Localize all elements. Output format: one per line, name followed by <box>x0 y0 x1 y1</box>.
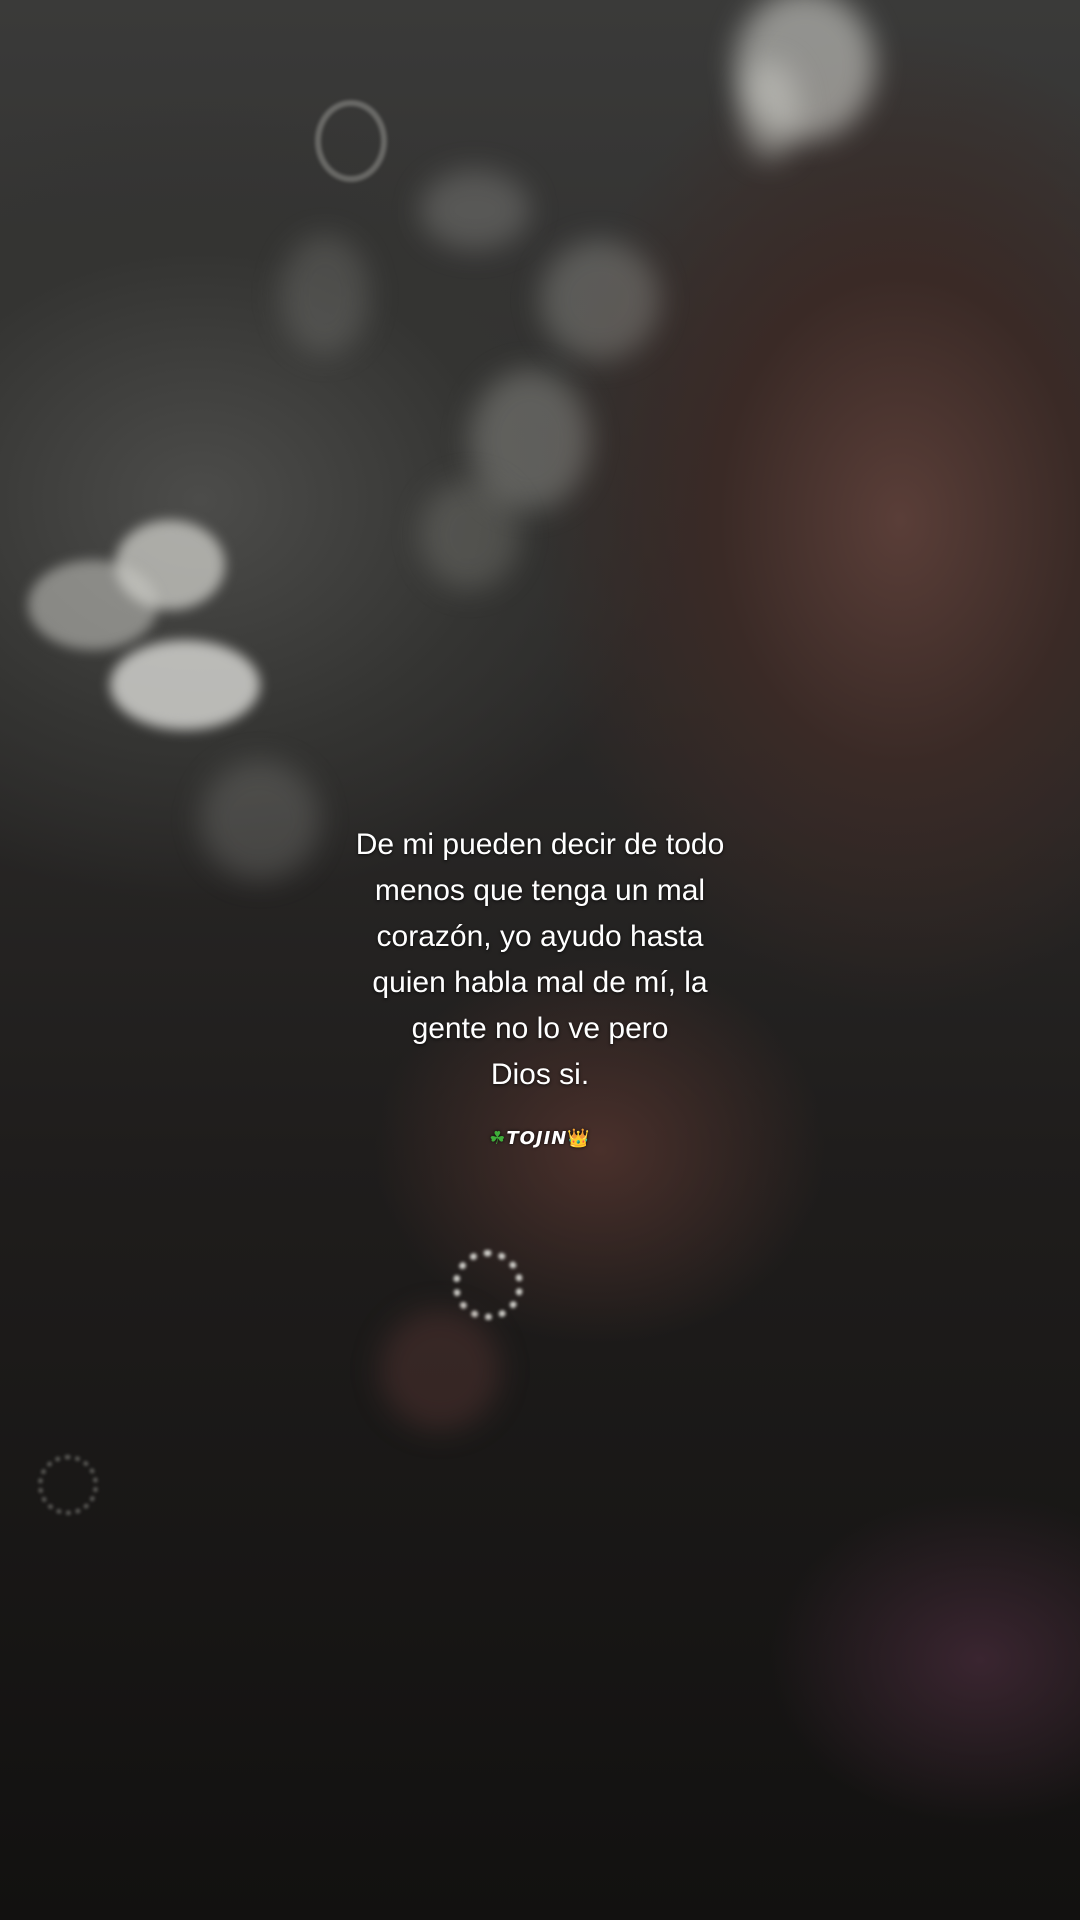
bokeh-light <box>740 60 800 160</box>
caption-line: menos que tenga un mal <box>374 874 706 907</box>
caption-text: De mi pueden decir de todo menos que ten… <box>240 822 840 1098</box>
caption-line: corazón, yo ayudo hasta <box>376 920 704 953</box>
signature-name: TOJIN <box>506 1128 568 1149</box>
bokeh-ring <box>453 1250 523 1320</box>
bokeh-light <box>540 240 660 360</box>
caption-line: Dios si. <box>490 1058 590 1091</box>
crown-icon: 👑 <box>567 1128 591 1149</box>
clover-icon: ☘ <box>489 1128 507 1149</box>
caption-line: quien habla mal de mí, la <box>372 966 708 999</box>
bokeh-ring <box>315 100 387 182</box>
caption-line: De mi pueden decir de todo <box>355 828 725 861</box>
bokeh-light <box>420 170 530 250</box>
caption-line: gente no lo ve pero <box>411 1012 669 1045</box>
bokeh-light <box>380 1310 500 1430</box>
bokeh-light <box>28 560 158 650</box>
blurred-photo-background: De mi pueden decir de todo menos que ten… <box>0 0 1080 1920</box>
signature: ☘TOJIN👑 <box>440 1128 640 1149</box>
bokeh-light <box>420 480 520 590</box>
bokeh-ring <box>38 1455 98 1515</box>
bokeh-light <box>280 235 370 355</box>
bokeh-light <box>110 640 260 730</box>
